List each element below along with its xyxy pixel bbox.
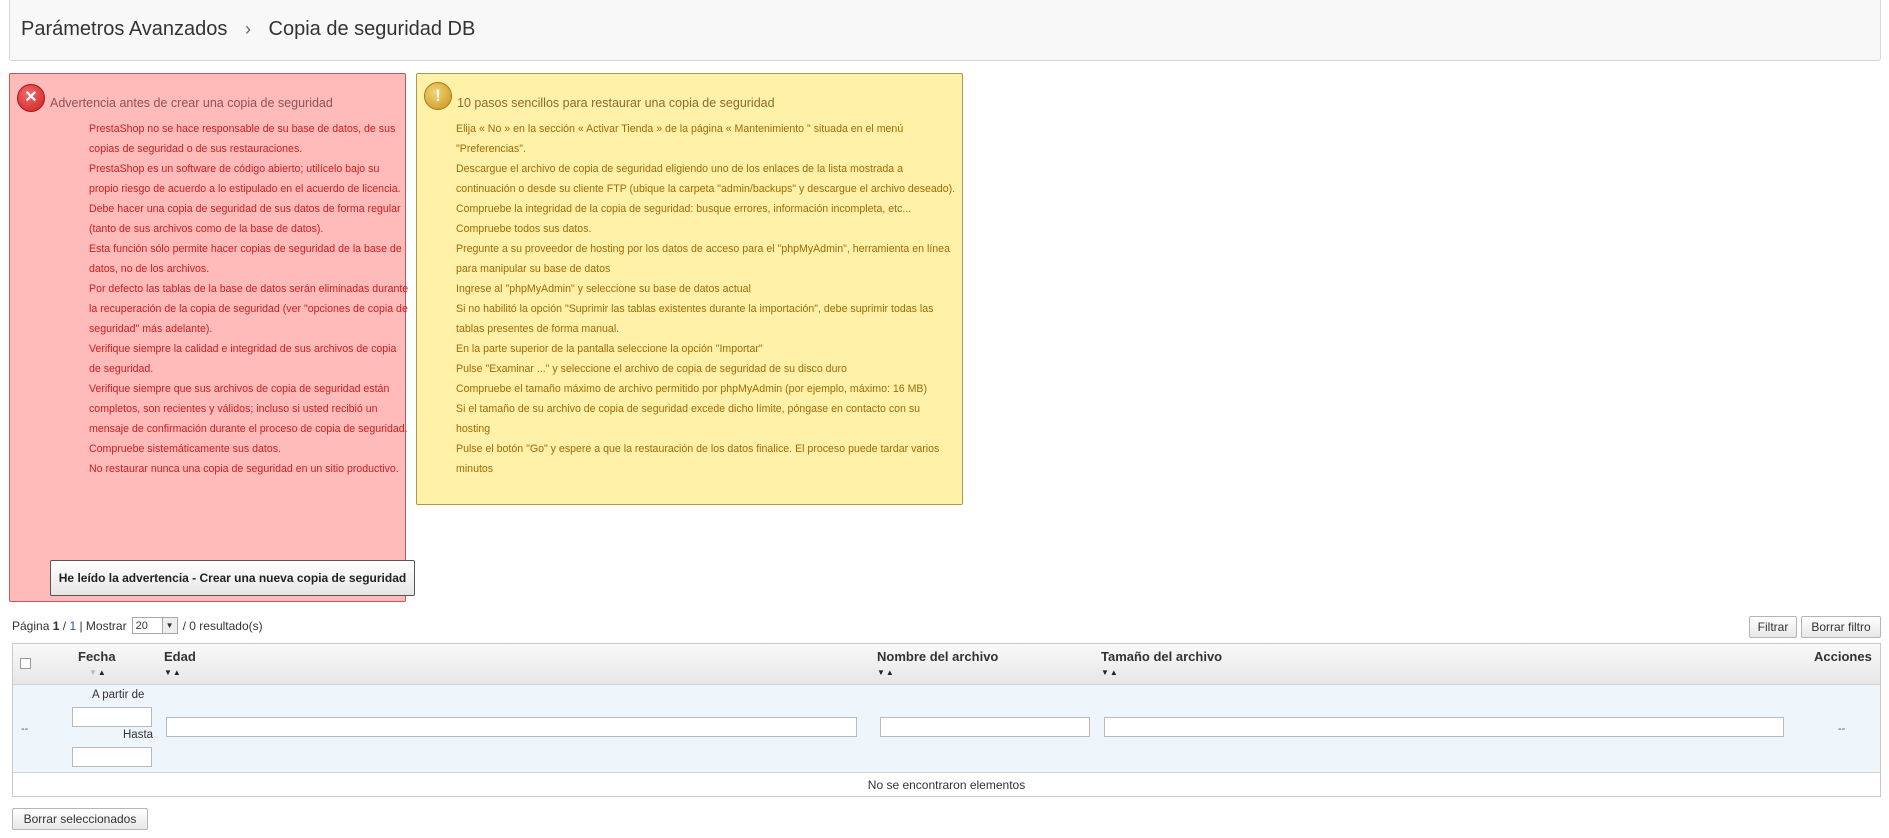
results-count: / 0 resultado(s): [182, 618, 263, 633]
warning-item: Esta función sólo permite hacer copias d…: [89, 243, 402, 275]
current-page: 1: [52, 618, 60, 633]
create-backup-button[interactable]: He leído la advertencia - Crear una nuev…: [50, 560, 415, 596]
date-from-input[interactable]: [72, 707, 152, 727]
per-page-select[interactable]: 20 ▼: [131, 617, 178, 634]
sort-date-icon[interactable]: ▼▲: [89, 668, 107, 677]
select-all-checkbox[interactable]: [20, 658, 31, 669]
sort-age-icon[interactable]: ▼▲: [164, 668, 182, 677]
filter-button[interactable]: Filtrar: [1749, 616, 1797, 638]
restore-step: Si el tamaño de su archivo de copia de s…: [456, 403, 921, 435]
warning-item: Por defecto las tablas de la base de dat…: [89, 283, 409, 335]
warning-item: Compruebe sistemáticamente sus datos.: [89, 443, 281, 455]
restore-step: Descargue el archivo de copia de segurid…: [456, 163, 956, 195]
sort-filesize-icon[interactable]: ▼▲: [1101, 668, 1119, 677]
page-label: Página: [12, 618, 50, 633]
restore-step: Si no habilitó la opción "Suprimir las t…: [456, 303, 934, 335]
warning-title: Advertencia antes de crear una copia de …: [50, 96, 333, 110]
filesize-filter-input[interactable]: [1104, 717, 1784, 737]
per-page-value: 20: [135, 619, 148, 632]
pagination-bar: Página 1 / 1 | Mostrar 20 ▼ / 0 resultad…: [12, 617, 263, 634]
date-to-input[interactable]: [72, 747, 152, 767]
page-slash: /: [62, 618, 67, 633]
restore-step: Compruebe la integridad de la copia de s…: [456, 203, 912, 215]
restore-step: En la parte superior de la pantalla sele…: [456, 343, 763, 355]
sort-filename-icon[interactable]: ▼▲: [877, 668, 895, 677]
restore-steps-title: 10 pasos sencillos para restaurar una co…: [457, 96, 775, 110]
restore-step: Pulse "Examinar ..." y seleccione el arc…: [456, 363, 847, 375]
chevron-down-icon: ▼: [161, 618, 177, 633]
backup-warning-panel: ✕ Advertencia antes de crear una copia d…: [9, 73, 415, 602]
warning-item: PrestaShop es un software de código abie…: [89, 163, 401, 195]
warning-item: No restaurar nunca una copia de segurida…: [89, 463, 399, 475]
filename-filter-input[interactable]: [880, 717, 1090, 737]
total-pages-link[interactable]: 1: [69, 619, 76, 633]
table-header: Fecha ▼▲ Edad ▼▲ Nombre del archivo ▼▲ T…: [13, 644, 1880, 685]
warning-item: PrestaShop no se hace responsable de su …: [89, 123, 396, 155]
restore-step: Compruebe todos sus datos.: [456, 223, 592, 235]
show-label: | Mostrar: [79, 618, 127, 633]
backups-table: Fecha ▼▲ Edad ▼▲ Nombre del archivo ▼▲ T…: [12, 643, 1881, 797]
page-header: Parámetros Avanzados › Copia de segurida…: [9, 0, 1881, 61]
restore-step: Compruebe el tamaño máximo de archivo pe…: [456, 383, 928, 395]
column-date: Fecha: [78, 649, 116, 664]
restore-step: Elija « No » en la sección « Activar Tie…: [456, 123, 904, 155]
actions-placeholder-dash: --: [1838, 723, 1846, 735]
restore-step: Pregunte a su proveedor de hosting por l…: [456, 243, 950, 275]
column-age: Edad: [164, 649, 196, 664]
empty-table-message: No se encontraron elementos: [867, 778, 1026, 792]
error-x-icon: ✕: [17, 84, 45, 112]
warning-item: Verifique siempre la calidad e integrida…: [89, 343, 397, 375]
restore-steps-list: Elija « No » en la sección « Activar Tie…: [456, 119, 956, 479]
age-filter-input[interactable]: [166, 717, 857, 737]
reset-filter-button[interactable]: Borrar filtro: [1801, 616, 1881, 638]
restore-step: Ingrese al "phpMyAdmin" y seleccione su …: [456, 283, 751, 295]
restore-steps-panel: ! 10 pasos sencillos para restaurar una …: [416, 73, 963, 505]
column-filesize: Tamaño del archivo: [1101, 649, 1223, 664]
breadcrumb-parent[interactable]: Parámetros Avanzados: [21, 18, 227, 40]
filter-row: -- A partir de Hasta --: [13, 685, 1880, 773]
column-filename: Nombre del archivo: [877, 649, 999, 664]
breadcrumb-separator-icon: ›: [244, 19, 251, 39]
page-title: Copia de seguridad DB: [268, 18, 476, 40]
restore-step: Pulse el botón "Go" y espere a que la re…: [456, 443, 940, 475]
date-to-label: Hasta: [123, 729, 154, 741]
column-actions: Acciones: [1814, 649, 1872, 664]
warning-item: Debe hacer una copia de seguridad de sus…: [89, 203, 401, 235]
warning-item: Verifique siempre que sus archivos de co…: [89, 383, 408, 435]
filter-placeholder-dash: --: [21, 723, 29, 735]
warning-list: PrestaShop no se hace responsable de su …: [89, 119, 409, 479]
breadcrumb: Parámetros Avanzados › Copia de segurida…: [21, 18, 475, 41]
delete-selected-button[interactable]: Borrar seleccionados: [12, 808, 148, 830]
exclamation-icon: !: [424, 82, 452, 110]
date-from-label: A partir de: [92, 689, 145, 701]
